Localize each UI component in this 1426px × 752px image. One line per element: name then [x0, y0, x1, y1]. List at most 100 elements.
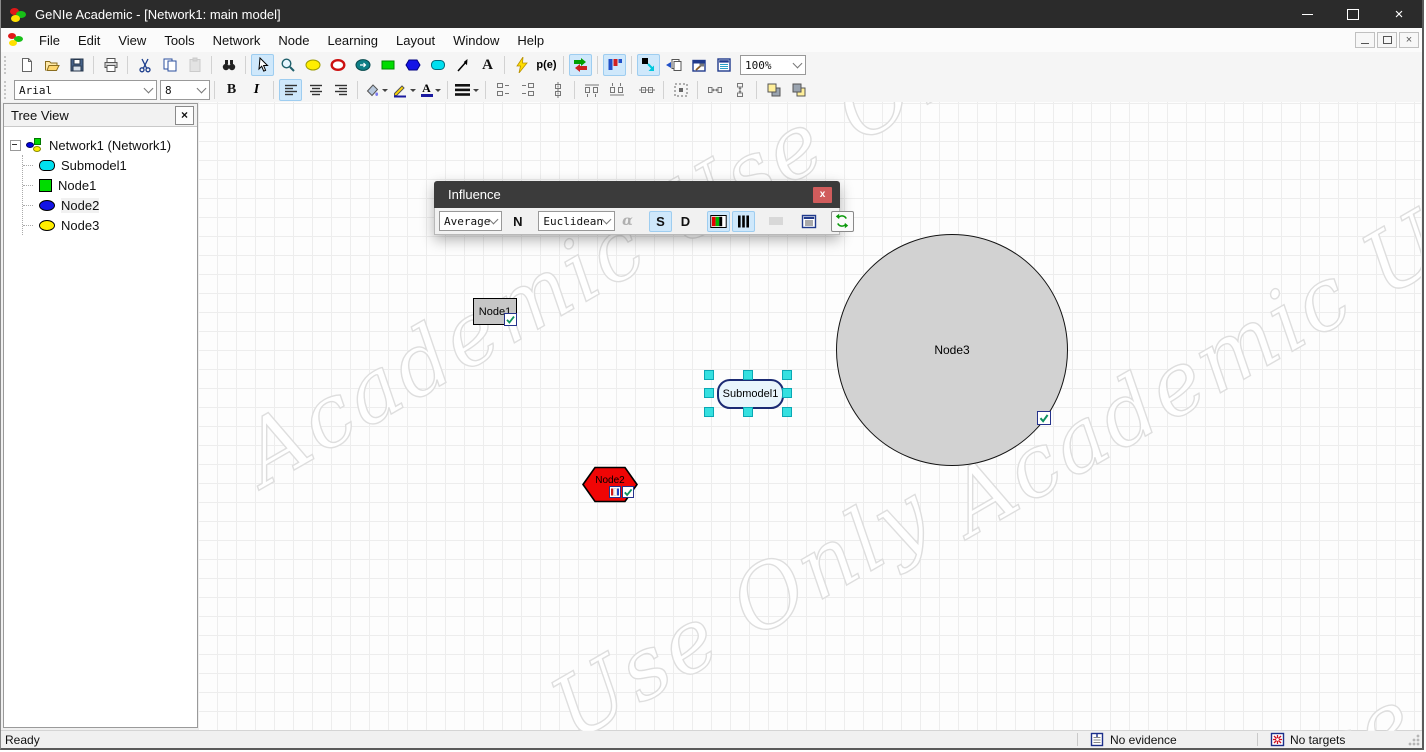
influence-method-combo[interactable]: Average: [439, 211, 502, 231]
send-to-back-button[interactable]: [787, 79, 810, 101]
selection-handle-n[interactable]: [743, 370, 753, 380]
tree-item-node1[interactable]: Node1: [23, 175, 197, 195]
center-nodes-horizontal-button[interactable]: [635, 79, 658, 101]
maximize-button[interactable]: [1330, 0, 1376, 28]
menu-edit[interactable]: Edit: [69, 31, 109, 50]
copy-run-button[interactable]: [662, 54, 685, 76]
expand-node-button[interactable]: [637, 54, 660, 76]
snap-grid-button[interactable]: [669, 79, 692, 101]
node2-utility-node[interactable]: Node2: [582, 466, 638, 503]
select-tool-button[interactable]: [251, 54, 274, 76]
tree-item-submodel1[interactable]: Submodel1: [23, 155, 197, 175]
fill-color-button[interactable]: [363, 79, 389, 101]
update-beliefs-button[interactable]: [510, 54, 533, 76]
node1-update-check-icon[interactable]: [504, 313, 518, 327]
tree-collapse-icon[interactable]: [10, 140, 21, 151]
menu-view[interactable]: View: [109, 31, 155, 50]
tree-root-network1[interactable]: Network1 (Network1): [10, 135, 197, 155]
find-button[interactable]: [217, 54, 240, 76]
colored-bars-button[interactable]: [707, 211, 730, 232]
selection-handle-s[interactable]: [743, 407, 753, 417]
bring-to-front-button[interactable]: [762, 79, 785, 101]
node-table-button[interactable]: [712, 54, 735, 76]
center-nodes-vertical-button[interactable]: [546, 79, 569, 101]
open-button[interactable]: [40, 54, 63, 76]
menu-tools[interactable]: Tools: [155, 31, 203, 50]
menu-learning[interactable]: Learning: [318, 31, 387, 50]
network-canvas[interactable]: Academic Use Only Academic Use Use Only …: [198, 102, 1421, 731]
decision-node-tool[interactable]: [376, 54, 399, 76]
tree-view-titlebar[interactable]: Tree View ×: [4, 104, 197, 127]
probability-evidence-button[interactable]: p(e): [535, 54, 558, 76]
deterministic-node-tool[interactable]: [326, 54, 349, 76]
arc-tool[interactable]: [451, 54, 474, 76]
menu-file[interactable]: File: [30, 31, 69, 50]
node2-value-icon[interactable]: [609, 486, 622, 499]
equation-node-tool[interactable]: [351, 54, 374, 76]
selection-handle-w[interactable]: [704, 388, 714, 398]
align-right-button[interactable]: [329, 79, 352, 101]
influence-dialog[interactable]: Influence x Average N Euclidean α S D: [434, 181, 840, 235]
tree-view-close-button[interactable]: ×: [175, 106, 194, 125]
distance-button[interactable]: D: [674, 211, 697, 232]
network-properties-button[interactable]: [687, 54, 710, 76]
normalize-button[interactable]: N: [506, 211, 529, 232]
resize-grip[interactable]: [1407, 733, 1421, 747]
sort-chart-button[interactable]: [603, 54, 626, 76]
node3-update-check-icon[interactable]: [1037, 411, 1052, 426]
equal-vertical-spacing-button[interactable]: [728, 79, 751, 101]
node3-chance-node[interactable]: Node3: [836, 234, 1068, 466]
print-button[interactable]: [99, 54, 122, 76]
chance-node-tool[interactable]: [301, 54, 324, 76]
menu-window[interactable]: Window: [444, 31, 508, 50]
mdi-close-button[interactable]: ×: [1399, 32, 1419, 48]
cut-button[interactable]: [133, 54, 156, 76]
font-size-combo[interactable]: 8: [160, 80, 210, 100]
line-color-button[interactable]: [391, 79, 417, 101]
vertical-bars-button[interactable]: [732, 211, 755, 232]
selection-handle-sw[interactable]: [704, 407, 714, 417]
minimize-button[interactable]: [1284, 0, 1330, 28]
selection-handle-se[interactable]: [782, 407, 792, 417]
font-family-combo[interactable]: Arial: [14, 80, 157, 100]
align-nodes-top-button[interactable]: [580, 79, 603, 101]
toolbar-drag-handle[interactable]: [4, 81, 10, 99]
zoom-level-combo[interactable]: 100%: [740, 55, 806, 75]
align-nodes-left-button[interactable]: [491, 79, 514, 101]
menu-node[interactable]: Node: [269, 31, 318, 50]
font-color-button[interactable]: A: [419, 79, 442, 101]
text-tool[interactable]: A: [476, 54, 499, 76]
line-style-button[interactable]: [453, 79, 480, 101]
equal-horizontal-spacing-button[interactable]: [703, 79, 726, 101]
legend-button[interactable]: [798, 211, 821, 232]
invert-arcs-button[interactable]: [569, 54, 592, 76]
bold-button[interactable]: B: [220, 79, 243, 101]
menu-network[interactable]: Network: [204, 31, 270, 50]
influence-titlebar[interactable]: Influence x: [434, 181, 840, 208]
influence-close-button[interactable]: x: [813, 187, 832, 203]
influence-metric-combo[interactable]: Euclidean: [538, 211, 615, 231]
zoom-tool-button[interactable]: [276, 54, 299, 76]
menu-help[interactable]: Help: [508, 31, 553, 50]
submodel-tool[interactable]: [426, 54, 449, 76]
selection-handle-e[interactable]: [782, 388, 792, 398]
tree-item-node3[interactable]: Node3: [23, 215, 197, 235]
align-nodes-right-button[interactable]: [516, 79, 539, 101]
align-nodes-bottom-button[interactable]: [605, 79, 628, 101]
copy-button[interactable]: [158, 54, 181, 76]
selection-handle-ne[interactable]: [782, 370, 792, 380]
mdi-minimize-button[interactable]: [1355, 32, 1375, 48]
align-center-button[interactable]: [304, 79, 327, 101]
selection-handle-nw[interactable]: [704, 370, 714, 380]
node2-update-check-icon[interactable]: [622, 486, 635, 499]
new-button[interactable]: [15, 54, 38, 76]
utility-node-tool[interactable]: [401, 54, 424, 76]
node1-decision-node[interactable]: Node1: [473, 298, 517, 325]
italic-button[interactable]: I: [245, 79, 268, 101]
save-button[interactable]: [65, 54, 88, 76]
tree-item-node2[interactable]: Node2: [23, 195, 197, 215]
submodel1-node[interactable]: Submodel1: [717, 379, 784, 409]
align-left-button[interactable]: [279, 79, 302, 101]
menu-layout[interactable]: Layout: [387, 31, 444, 50]
strength-button[interactable]: S: [649, 211, 672, 232]
